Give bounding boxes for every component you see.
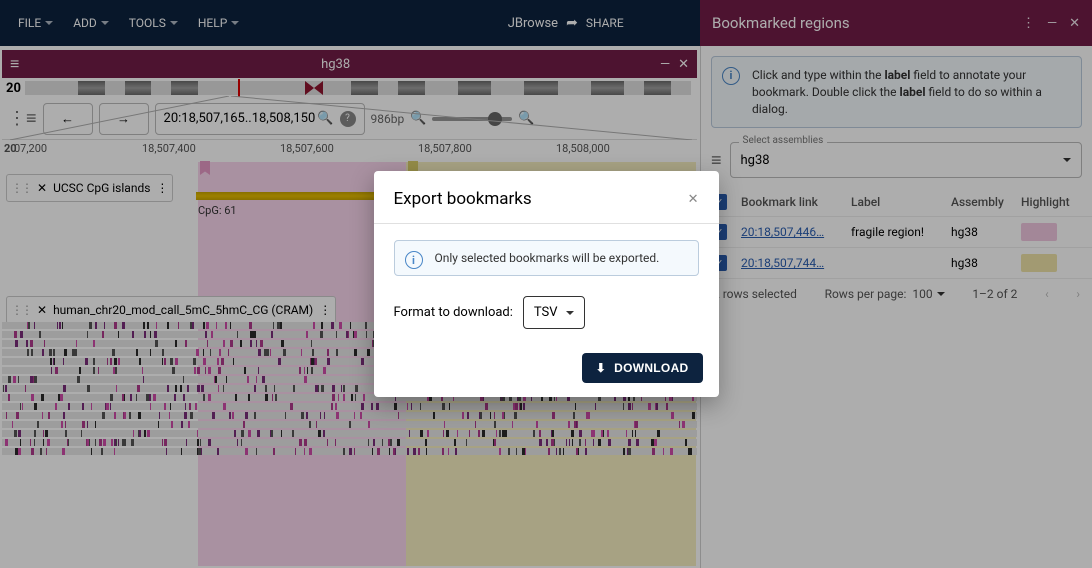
modal-title: Export bookmarks	[394, 189, 532, 209]
export-bookmarks-dialog: Export bookmarks ✕ i Only selected bookm…	[374, 171, 719, 397]
format-select[interactable]: TSV	[523, 296, 585, 329]
format-label: Format to download:	[394, 305, 513, 320]
info-icon: i	[405, 251, 423, 269]
modal-overlay[interactable]: Export bookmarks ✕ i Only selected bookm…	[0, 0, 1092, 568]
download-button[interactable]: ⬇ DOWNLOAD	[582, 353, 703, 383]
chevron-down-icon	[566, 311, 574, 315]
download-icon: ⬇	[596, 361, 606, 375]
modal-info-banner: i Only selected bookmarks will be export…	[394, 240, 699, 276]
modal-close-icon[interactable]: ✕	[688, 192, 699, 207]
